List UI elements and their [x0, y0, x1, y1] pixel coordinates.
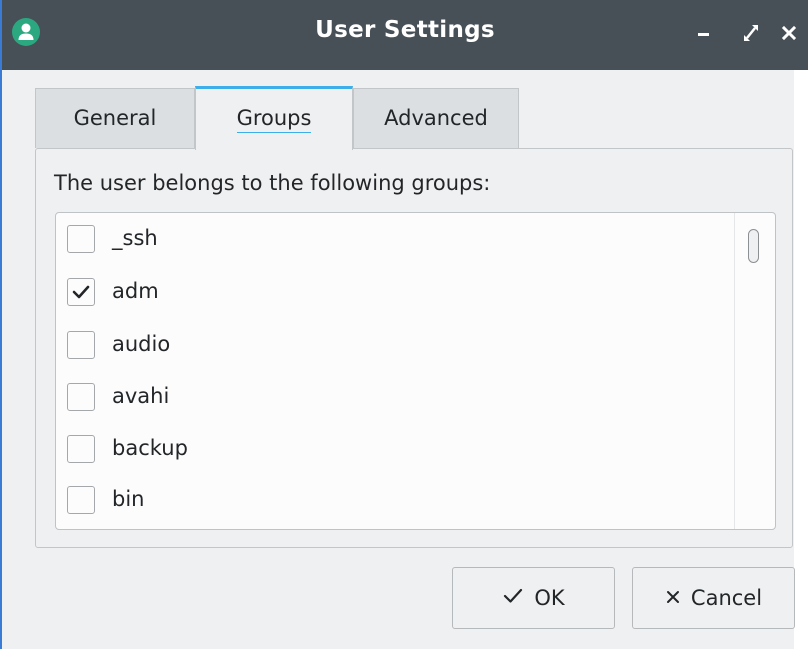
x-icon — [665, 586, 681, 610]
checkmark-icon — [502, 585, 524, 612]
list-item[interactable]: adm — [56, 268, 732, 320]
group-checkbox[interactable] — [67, 225, 95, 253]
group-checkbox[interactable] — [67, 278, 95, 306]
list-item[interactable]: avahi — [56, 373, 732, 425]
tab-label: Groups — [236, 106, 312, 133]
ok-button[interactable]: OK — [452, 567, 615, 629]
scrollbar-track[interactable] — [734, 213, 735, 529]
group-label: adm — [112, 279, 159, 303]
list-item[interactable]: bin — [56, 476, 732, 528]
tab-advanced[interactable]: Advanced — [353, 88, 519, 148]
tab-label: Advanced — [384, 106, 488, 130]
group-label: _ssh — [112, 226, 158, 250]
user-settings-dialog: User Settings General Groups Advanced Th… — [0, 0, 808, 649]
minimize-button[interactable] — [690, 18, 718, 48]
title-bar[interactable]: User Settings — [2, 0, 808, 70]
cancel-button[interactable]: Cancel — [632, 567, 795, 629]
groups-caption: The user belongs to the following groups… — [54, 171, 491, 195]
window-title: User Settings — [315, 17, 495, 43]
list-item[interactable]: audio — [56, 321, 732, 373]
group-label: bin — [112, 487, 145, 511]
group-checkbox[interactable] — [67, 486, 95, 514]
group-checkbox[interactable] — [67, 435, 95, 463]
list-item[interactable]: _ssh — [56, 215, 732, 267]
ok-label: OK — [534, 586, 565, 610]
minimize-icon — [690, 18, 718, 48]
groups-panel: The user belongs to the following groups… — [35, 148, 793, 548]
scrollbar-thumb[interactable] — [748, 229, 759, 263]
maximize-icon — [737, 18, 765, 48]
group-checkbox[interactable] — [67, 331, 95, 359]
close-button[interactable] — [777, 18, 805, 48]
close-icon — [777, 18, 805, 48]
group-label: avahi — [112, 384, 170, 408]
list-item[interactable]: backup — [56, 425, 732, 477]
tab-label: General — [73, 106, 157, 130]
group-label: backup — [112, 436, 188, 460]
group-label: audio — [112, 332, 171, 356]
group-checkbox[interactable] — [67, 383, 95, 411]
tab-groups[interactable]: Groups — [195, 86, 353, 150]
checkmark-icon — [68, 279, 94, 305]
tab-general[interactable]: General — [35, 88, 195, 148]
groups-list[interactable]: _ssh adm audio avahi backup bin — [55, 212, 776, 530]
cancel-label: Cancel — [690, 586, 763, 610]
maximize-button[interactable] — [737, 18, 765, 48]
